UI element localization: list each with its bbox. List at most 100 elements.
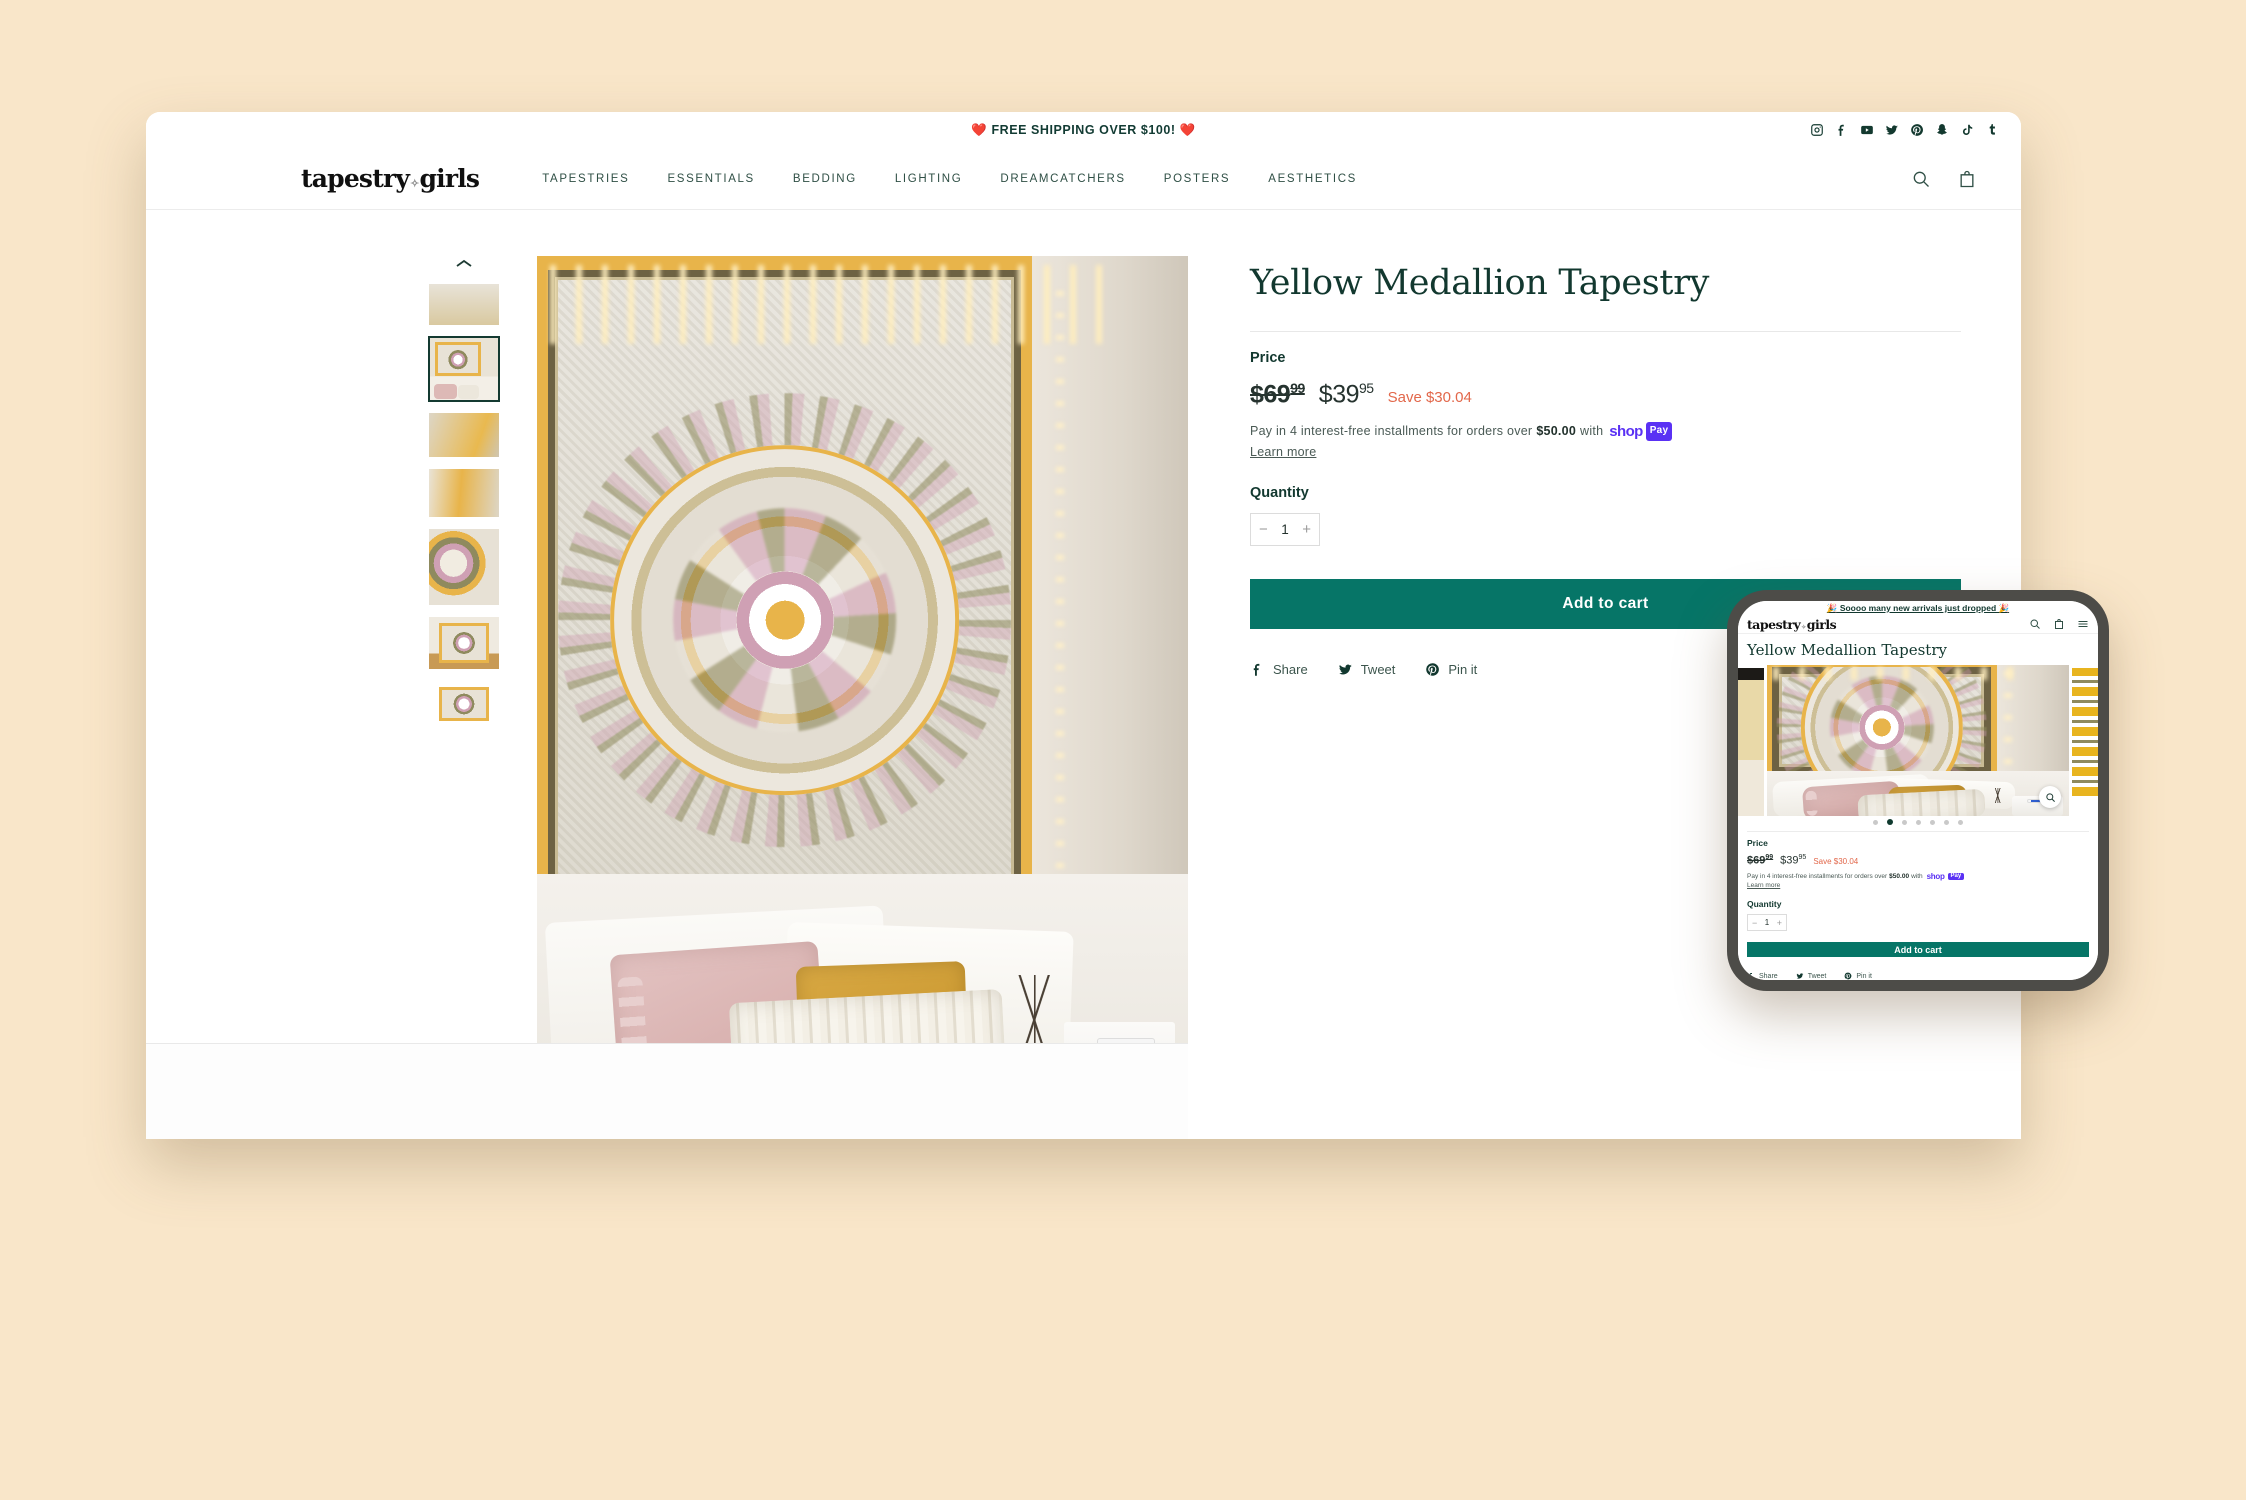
installments-prefix: Pay in 4 interest-free installments for … [1747,873,1888,881]
divider [1250,330,1961,332]
mobile-image-carousel[interactable] [1738,665,2098,817]
divider [1747,831,2089,833]
brand-logo[interactable]: tapestry ✧ girls [301,164,480,193]
thumbnail-3[interactable] [427,412,500,458]
page-title: Yellow Medallion Tapestry [1250,263,1710,303]
share-pinterest-button[interactable]: Pin it [1844,972,1872,980]
mobile-screen: 🎉 Soooo many new arrivals just dropped 🎉… [1738,601,2098,980]
thumbnail-image [428,617,499,669]
pinterest-icon[interactable] [1910,123,1924,137]
tumblr-icon[interactable] [1985,123,1999,137]
snapchat-icon[interactable] [1935,123,1949,137]
carousel-dot-3[interactable] [1902,819,1907,825]
mobile-price-savings-badge: Save $30.04 [1813,857,1859,867]
shop-pay-word: shop [1926,872,1945,882]
nav-item-dreamcatchers[interactable]: DREAMCATCHERS [981,173,1144,185]
share-label: Tweet [1807,972,1827,980]
instagram-icon[interactable] [1810,123,1824,137]
mobile-installments-text: Pay in 4 interest-free installments for … [1747,872,2089,881]
price-current: $3995 [1318,379,1374,408]
youtube-icon[interactable] [1860,123,1874,137]
installments-amount: $50.00 [1536,423,1577,438]
gallery-footer-panel [146,1044,1188,1139]
installments-with: with [1580,423,1604,438]
mobile-quantity-stepper[interactable]: − 1 + [1747,914,1787,932]
facebook-icon[interactable] [1835,123,1849,137]
cart-icon[interactable] [1957,169,1977,189]
nav-item-posters[interactable]: POSTERS [1145,173,1250,185]
thumbnail-image [429,338,498,400]
carousel-dot-4[interactable] [1916,819,1921,825]
nav-item-aesthetics[interactable]: AESTHETICS [1249,173,1376,185]
facebook-icon [1749,973,1752,980]
site-header: tapestry ✧ girls TAPESTRIES ESSENTIALS BED… [146,148,2021,210]
mobile-announcement-bar[interactable]: 🎉 Soooo many new arrivals just dropped 🎉 [1738,601,2098,615]
mobile-add-to-cart-button[interactable]: Add to cart [1747,942,2089,957]
nav-item-bedding[interactable]: BEDDING [774,173,876,185]
share-twitter-button[interactable]: Tweet [1796,972,1827,980]
learn-more-link[interactable]: Learn more [1250,445,1961,459]
carousel-slide-next[interactable] [2072,668,2098,796]
carousel-slide-previous[interactable] [1738,668,1764,817]
installments-prefix: Pay in 4 interest-free installments for … [1250,423,1533,438]
thumbnail-5[interactable] [427,528,500,606]
quantity-decrease-button[interactable]: − [1259,521,1268,538]
product-main-image[interactable] [537,256,1188,1139]
price-label: Price [1250,349,1286,366]
thumbnail-6[interactable] [427,616,500,670]
brand-separator-icon: ✧ [410,177,419,190]
price-savings-badge: Save $30.04 [1387,388,1472,406]
twitter-icon [1796,973,1804,979]
price-original: $6999 [1250,379,1305,408]
product-gallery [146,210,1188,1139]
mobile-brand-logo[interactable]: tapestry ✧ girls [1747,617,1837,632]
chevron-up-icon[interactable] [453,256,475,270]
nav-item-lighting[interactable]: LIGHTING [876,173,982,185]
tapestry-artwork [537,256,1032,910]
brand-separator-icon: ✧ [1801,623,1806,631]
thumbnail-image [428,529,499,605]
search-icon[interactable] [1911,169,1931,189]
carousel-slide-active[interactable] [1767,665,2069,817]
quantity-increase-button[interactable]: + [1302,521,1311,538]
brand-word-1: tapestry [301,164,410,193]
cart-icon[interactable] [2053,618,2065,630]
share-facebook-button[interactable]: Share [1747,972,1778,980]
thumbnail-strip [411,256,516,1139]
share-twitter-button[interactable]: Tweet [1338,662,1395,677]
carousel-dot-7[interactable] [1958,819,1963,825]
quantity-decrease-button[interactable]: − [1752,918,1757,928]
share-pinterest-button[interactable]: Pin it [1425,662,1477,677]
twitter-icon[interactable] [1885,123,1899,137]
twitter-icon [1338,664,1352,675]
social-links [1810,123,1999,137]
thumbnail-2[interactable] [427,336,500,402]
quantity-value[interactable]: 1 [1281,522,1289,537]
share-label: Pin it [1448,662,1478,678]
main-navigation: TAPESTRIES ESSENTIALS BEDDING LIGHTING D… [523,173,1376,185]
carousel-dot-1[interactable] [1873,819,1878,825]
share-facebook-button[interactable]: Share [1250,662,1308,677]
thumbnail-7[interactable] [427,680,500,728]
mobile-header-actions [2029,618,2089,630]
mobile-quantity-label: Quantity [1747,899,1782,910]
thumbnail-4[interactable] [427,468,500,518]
shop-pay-logo: shop Pay [1609,420,1673,443]
thumbnail-image [428,284,499,325]
search-icon[interactable] [2029,618,2041,630]
carousel-dot-5[interactable] [1930,819,1935,825]
quantity-value[interactable]: 1 [1765,918,1769,927]
carousel-dot-2[interactable] [1887,819,1893,826]
menu-icon[interactable] [2077,618,2089,630]
quantity-stepper[interactable]: − 1 + [1250,513,1320,547]
mobile-page-title: Yellow Medallion Tapestry [1747,641,1947,659]
thumbnail-1[interactable] [427,283,500,326]
carousel-dots [1738,816,2098,828]
magnifier-icon[interactable] [2039,786,2061,809]
tiktok-icon[interactable] [1960,123,1974,137]
mobile-learn-more-link[interactable]: Learn more [1747,882,2089,889]
quantity-increase-button[interactable]: + [1777,918,1782,928]
nav-item-essentials[interactable]: ESSENTIALS [648,173,773,185]
carousel-dot-6[interactable] [1944,819,1949,825]
nav-item-tapestries[interactable]: TAPESTRIES [523,173,648,185]
